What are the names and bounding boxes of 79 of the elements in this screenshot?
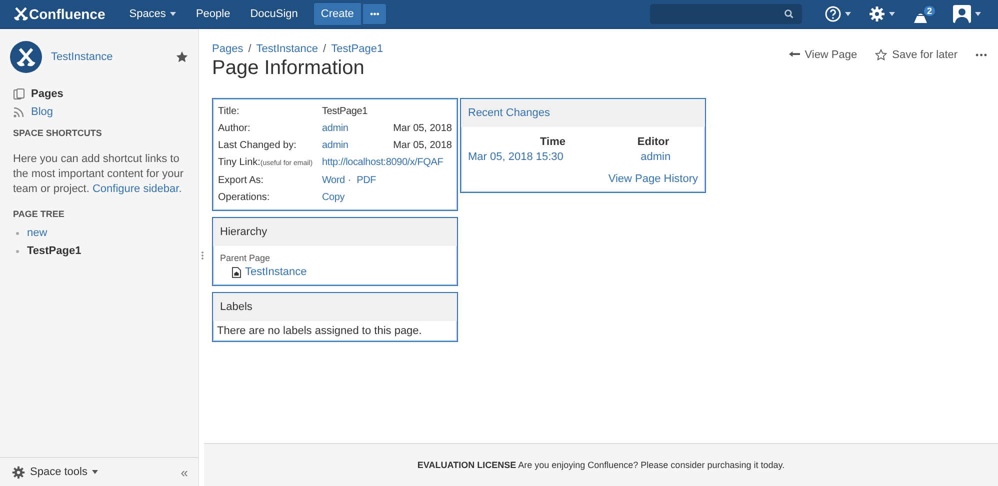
field-label: Tiny Link: (218, 157, 260, 168)
more-button[interactable]: ••• (362, 4, 386, 24)
search-icon (784, 9, 794, 19)
page-tree-item[interactable]: TestPage1 (27, 245, 82, 257)
logo-text: Confluence (29, 6, 106, 22)
collapse-sidebar-button[interactable]: « (180, 464, 188, 480)
caret-icon (888, 12, 895, 16)
nav-menu-item[interactable]: People (188, 4, 238, 24)
field-label: Operations: (218, 192, 270, 203)
notification-count: 2 (924, 6, 935, 16)
logo-icon (14, 7, 28, 21)
section-heading: PAGE TREE (13, 209, 66, 219)
bullet-icon (16, 232, 19, 234)
sidebar-nav-item[interactable]: Pages (10, 85, 188, 103)
panel-heading: Hierarchy (220, 226, 268, 238)
field-link[interactable]: http://localhost:8090/x/FQAF (322, 157, 444, 168)
space-tools-button[interactable]: Space tools (12, 466, 98, 478)
change-time-link[interactable]: Mar 05, 2018 15:30 (468, 151, 564, 163)
sidebar-nav-item[interactable]: Blog (10, 103, 188, 121)
breadcrumb-link[interactable]: Pages (212, 43, 244, 55)
configure-sidebar-link[interactable]: Configure sidebar. (92, 183, 182, 195)
editor-link[interactable]: admin (640, 151, 671, 163)
more-actions-button[interactable]: ••• (976, 49, 988, 61)
field-link[interactable]: admin (322, 123, 348, 134)
field-label: Author: (218, 123, 250, 134)
date-text: Mar 05, 2018 (393, 123, 452, 134)
caret-icon (844, 12, 851, 16)
parent-page-label: Parent Page (220, 253, 272, 263)
column-header: Time (540, 136, 566, 148)
field-label: Last Changed by: (218, 140, 296, 151)
settings-icon (868, 6, 885, 22)
create-button[interactable]: Create (314, 3, 361, 25)
breadcrumb-link[interactable]: TestInstance (256, 43, 318, 55)
shortcuts-description: Here you can add shortcut links to the most important content for your team or project. Configure sidebar. (13, 152, 185, 197)
search-field[interactable] (650, 4, 802, 24)
back-arrow-icon (788, 51, 800, 59)
rss-icon (13, 106, 25, 118)
breadcrumb-link[interactable]: TestPage1 (331, 43, 384, 55)
field-link[interactable]: Word (322, 175, 345, 186)
nav-menu-item[interactable]: Spaces (121, 4, 184, 24)
caret-icon (975, 12, 981, 16)
space-name-link[interactable]: TestInstance (51, 51, 167, 63)
field-link[interactable]: PDF (356, 175, 376, 186)
help-icon (824, 6, 841, 22)
avatar-icon (953, 5, 971, 23)
panel-heading-link[interactable]: Recent Changes (468, 107, 550, 119)
bullet-icon (16, 250, 19, 252)
field-link[interactable]: Copy (322, 192, 345, 203)
page-tree-item[interactable]: new (27, 227, 48, 239)
panel-heading: Labels (220, 301, 252, 313)
star-icon[interactable] (176, 51, 188, 63)
confluence-logo[interactable]: Confluence (14, 6, 106, 22)
field-link[interactable]: admin (322, 140, 348, 151)
separator: · (348, 175, 352, 186)
empty-labels-message: There are no labels assigned to this page. (217, 325, 422, 337)
breadcrumb-separator: / (323, 43, 326, 55)
settings-icon (12, 466, 25, 478)
page-title: Page Information (212, 57, 366, 80)
date-text: Mar 05, 2018 (393, 140, 452, 151)
field-label: Title: (218, 106, 240, 117)
view-page-button[interactable]: View Page (788, 49, 858, 61)
save-for-later-button[interactable]: Save for later (875, 49, 958, 61)
parent-page-link[interactable]: TestInstance (245, 266, 307, 278)
breadcrumb-separator: / (248, 43, 252, 55)
license-notice: EVALUATION LICENSE Are you enjoying Confluence? Please consider purchasing it today. (417, 460, 785, 472)
section-heading: SPACE SHORTCUTS (13, 128, 103, 138)
caret-icon (92, 470, 98, 474)
column-header: Editor (637, 136, 670, 148)
space-logo-icon[interactable] (10, 41, 42, 73)
field-label: Export As: (218, 175, 264, 186)
notifications-button[interactable]: 2 (906, 4, 942, 24)
pages-icon (13, 88, 25, 100)
home-page-icon (232, 266, 241, 278)
caret-icon (170, 12, 176, 16)
field-value: TestPage1 (322, 106, 368, 117)
star-icon (875, 49, 888, 61)
nav-menu-item[interactable]: DocuSign (242, 4, 306, 24)
view-page-history-link[interactable]: View Page History (608, 173, 698, 185)
drag-handle-icon[interactable] (201, 251, 204, 260)
